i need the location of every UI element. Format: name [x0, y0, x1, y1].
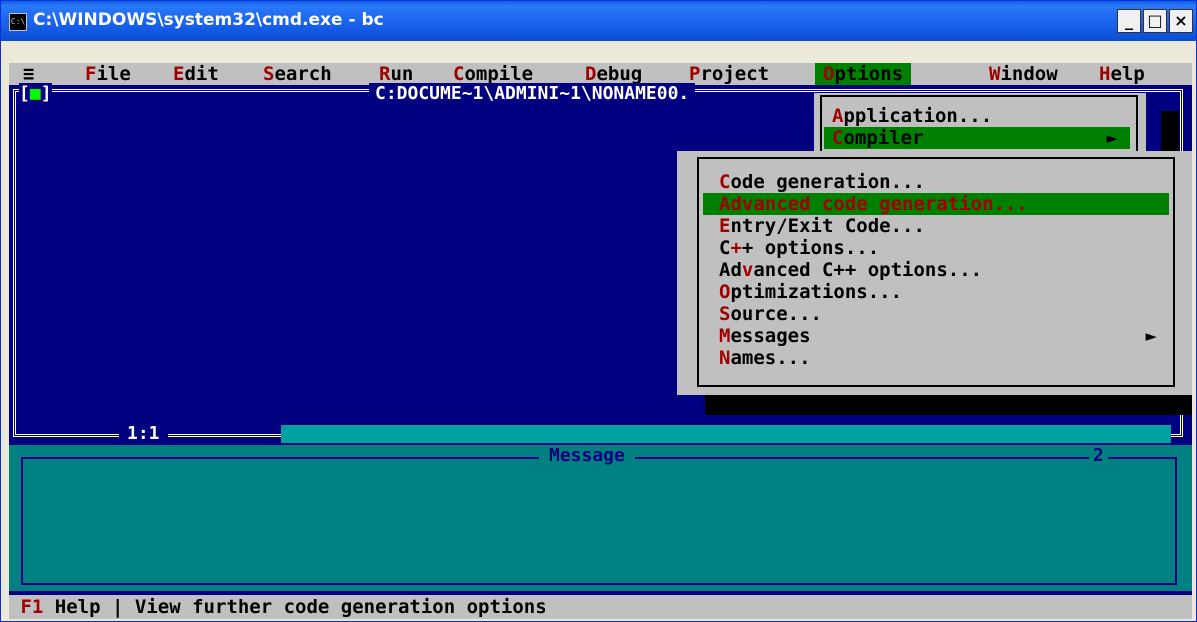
menu-item-advanced-code-generation[interactable]: Advanced code generation...: [703, 193, 1169, 215]
menu-debug-hotkey: D: [585, 63, 597, 85]
entry-exit-label: ntry/Exit Code...: [730, 215, 925, 237]
menu-help-label: elp: [1110, 63, 1145, 85]
code-generation-hotkey: C: [719, 171, 731, 193]
advanced-cpp-label: anced C++ options...: [753, 259, 983, 281]
names-label: ames...: [730, 347, 811, 369]
menu-edit[interactable]: Edit: [173, 63, 219, 85]
menu-file-label: ile: [96, 63, 131, 85]
menu-help-hotkey: H: [1099, 63, 1111, 85]
menu-window[interactable]: Window: [989, 63, 1058, 85]
menu-bar: ≡ File Edit Search Run Compile Debug Pro…: [9, 63, 1192, 85]
system-menu-icon[interactable]: ≡: [23, 63, 34, 85]
options-menu: Application... Compiler ►: [814, 93, 1146, 159]
menu-run[interactable]: Run: [379, 63, 413, 85]
menu-options-label: ptions: [834, 63, 904, 85]
minimize-button[interactable]: _: [1117, 9, 1141, 33]
menu-file[interactable]: File: [85, 63, 131, 85]
message-title: Message: [539, 445, 635, 466]
menu-window-label: indow: [1000, 63, 1058, 85]
cpp-options-prefix: C: [719, 237, 731, 259]
submenu-shadow: [705, 395, 1192, 415]
message-window-number: 2: [1089, 445, 1108, 466]
optimizations-label: ptimizations...: [730, 281, 903, 303]
application-label: pplication...: [843, 105, 993, 127]
application-hotkey: A: [832, 105, 844, 127]
status-bar: F1 Help | View further code generation o…: [9, 595, 1192, 619]
menu-edit-label: dit: [184, 63, 219, 85]
status-hint-text: View further code generation options: [123, 596, 547, 618]
cpp-options-label: + options...: [741, 237, 880, 259]
menu-item-advanced-cpp-options[interactable]: Advanced C++ options...: [703, 259, 1169, 281]
menu-item-compiler[interactable]: Compiler ►: [824, 127, 1130, 149]
menu-project[interactable]: Project: [689, 63, 769, 85]
cursor-position: 1:1: [119, 423, 168, 444]
compiler-label: ompiler: [843, 127, 924, 149]
status-separator: |: [111, 596, 124, 618]
horizontal-scrollbar[interactable]: [281, 425, 1171, 443]
console-window: C:\ C:\WINDOWS\system32\cmd.exe - bc _ □…: [0, 0, 1197, 622]
maximize-button[interactable]: □: [1143, 9, 1167, 33]
console-area: ≡ File Edit Search Run Compile Debug Pro…: [9, 63, 1192, 619]
messages-hotkey: M: [719, 325, 731, 347]
close-box-icon: ■: [29, 83, 41, 104]
cpp-options-hotkey: +: [730, 237, 742, 259]
source-hotkey: S: [719, 303, 731, 325]
menu-compile[interactable]: Compile: [453, 63, 533, 85]
compiler-submenu: Code generation... Advanced code generat…: [677, 151, 1192, 395]
window-title: C:\WINDOWS\system32\cmd.exe - bc: [33, 10, 384, 30]
advanced-code-generation-label: dvanced code generation...: [730, 193, 1028, 215]
menu-project-label: roject: [700, 63, 770, 85]
menu-item-names[interactable]: Names...: [703, 347, 1169, 369]
compiler-hotkey: C: [832, 127, 844, 149]
menu-search[interactable]: Search: [263, 63, 332, 85]
title-bar[interactable]: C:\ C:\WINDOWS\system32\cmd.exe - bc _ □…: [1, 1, 1196, 41]
menu-help[interactable]: Help: [1099, 63, 1145, 85]
status-help-label: Help: [43, 596, 112, 618]
menu-item-application[interactable]: Application...: [824, 105, 1130, 127]
code-generation-label: ode generation...: [730, 171, 925, 193]
menu-item-messages[interactable]: Messages ►: [703, 325, 1169, 347]
menu-search-hotkey: S: [263, 63, 275, 85]
menu-item-source[interactable]: Source...: [703, 303, 1169, 325]
status-f1-key[interactable]: F1: [20, 596, 43, 618]
entry-exit-hotkey: E: [719, 215, 731, 237]
editor-close-box[interactable]: [■]: [19, 83, 52, 104]
menu-item-cpp-options[interactable]: C++ options...: [703, 237, 1169, 259]
messages-submenu-arrow-icon: ►: [1145, 325, 1157, 347]
names-hotkey: N: [719, 347, 731, 369]
cmd-icon[interactable]: C:\: [9, 13, 27, 31]
advanced-code-generation-hotkey: A: [719, 193, 731, 215]
menu-item-entry-exit-code[interactable]: Entry/Exit Code...: [703, 215, 1169, 237]
menu-options-hotkey: O: [823, 63, 835, 85]
menu-debug-label: ebug: [596, 63, 643, 85]
advanced-cpp-prefix: Ad: [719, 259, 742, 281]
editor-file-title: C:DOCUME~1\ADMINI~1\NONAME00.: [369, 83, 696, 104]
message-frame[interactable]: [21, 457, 1177, 585]
optimizations-hotkey: O: [719, 281, 731, 303]
menu-file-hotkey: F: [85, 63, 97, 85]
close-box-bracket-right: ]: [40, 83, 52, 104]
menu-item-code-generation[interactable]: Code generation...: [703, 171, 1169, 193]
close-button[interactable]: ×: [1169, 9, 1193, 33]
advanced-cpp-hotkey: v: [741, 259, 754, 281]
source-label: ource...: [730, 303, 822, 325]
messages-label: essages: [730, 325, 811, 347]
menu-run-hotkey: R: [379, 63, 391, 85]
menu-project-hotkey: P: [689, 63, 701, 85]
close-box-bracket-left: [: [19, 83, 30, 104]
menu-run-label: un: [390, 63, 414, 85]
menu-compile-label: ompile: [464, 63, 534, 85]
menu-compile-hotkey: C: [453, 63, 465, 85]
menu-debug[interactable]: Debug: [585, 63, 642, 85]
menu-window-hotkey: W: [989, 63, 1001, 85]
message-panel: Message 2: [9, 445, 1192, 591]
menu-search-label: earch: [274, 63, 332, 85]
menu-item-optimizations[interactable]: Optimizations...: [703, 281, 1169, 303]
menu-options[interactable]: Options: [815, 63, 912, 85]
submenu-arrow-icon: ►: [1106, 127, 1118, 149]
menu-edit-hotkey: E: [173, 63, 185, 85]
